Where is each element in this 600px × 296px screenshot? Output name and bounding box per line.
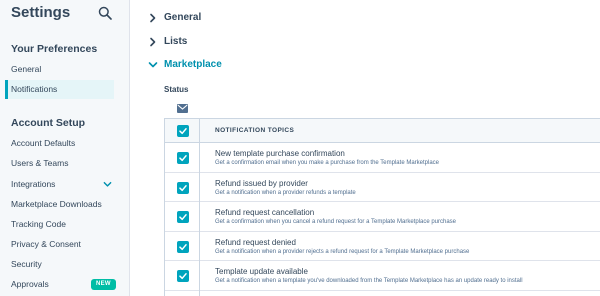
topic-description: Get a notification when a provider rejec… <box>215 248 470 255</box>
section-label: Marketplace <box>164 59 222 70</box>
checkmark-icon <box>179 273 187 280</box>
section-label: Lists <box>164 36 188 47</box>
topic-description: Get a confirmation email when you make a… <box>215 160 439 166</box>
chevron-right-icon <box>150 13 156 23</box>
topic-title: Refund issued by provider <box>215 178 308 188</box>
table-row: New template purchase confirmation Get a… <box>165 143 600 173</box>
new-badge: NEW <box>91 279 116 290</box>
status-label: Status <box>164 85 189 94</box>
topic-checkbox[interactable] <box>177 181 189 194</box>
topic-checkbox[interactable] <box>177 152 189 164</box>
account-setup-heading: Account Setup <box>11 117 86 129</box>
topic-description: Get a notification when a provider refun… <box>215 189 356 196</box>
sidebar-item-tracking-code[interactable]: Tracking Code <box>5 215 114 234</box>
search-icon[interactable] <box>98 6 112 20</box>
table-row: Refund request denied Get a notification… <box>165 232 600 261</box>
table-row: Refund request cancellation Get a confir… <box>165 202 600 232</box>
topic-description: Get a confirmation when you cancel a ref… <box>215 219 457 225</box>
notification-topics-table: NOTIFICATION TOPICS New template purchas… <box>164 118 600 296</box>
checkmark-icon <box>179 184 187 191</box>
topic-checkbox[interactable] <box>177 211 189 223</box>
section-label: General <box>164 12 202 23</box>
sidebar-item-privacy-consent[interactable]: Privacy & Consent <box>5 235 114 254</box>
table-row: Template update available Get a notifica… <box>165 261 600 291</box>
topic-description: Get a notification when a template you'v… <box>215 278 523 284</box>
checkmark-icon <box>179 243 187 250</box>
chevron-right-icon <box>150 37 156 47</box>
sidebar-item-account-defaults[interactable]: Account Defaults <box>5 134 114 153</box>
sidebar-item-label: Approvals <box>11 279 49 289</box>
checkmark-icon <box>179 214 187 221</box>
sidebar-item-users-teams[interactable]: Users & Teams <box>5 154 114 173</box>
sidebar-item-general[interactable]: General <box>5 60 114 79</box>
sidebar-item-marketplace-downloads[interactable]: Marketplace Downloads <box>5 195 114 214</box>
select-all-checkbox[interactable] <box>177 125 189 137</box>
table-row: Refund issued by provider Get a notifica… <box>165 173 600 202</box>
settings-sidebar: Settings Your Preferences General Notifi… <box>0 0 130 296</box>
column-divider <box>199 119 200 296</box>
topic-title: Template update available <box>215 267 308 276</box>
topic-title: Refund request denied <box>215 237 296 247</box>
preferences-heading: Your Preferences <box>11 43 98 55</box>
topic-title: Refund request cancellation <box>215 208 315 217</box>
column-header-topics: NOTIFICATION TOPICS <box>215 127 295 134</box>
sidebar-item-security[interactable]: Security <box>5 255 114 274</box>
checkmark-icon <box>179 128 187 135</box>
topic-checkbox[interactable] <box>177 240 189 253</box>
mail-icon <box>177 104 188 113</box>
sidebar-title: Settings <box>11 4 71 21</box>
chevron-down-icon <box>103 181 112 187</box>
table-header: NOTIFICATION TOPICS <box>165 119 600 143</box>
topic-title: New template purchase confirmation <box>215 149 345 158</box>
topic-checkbox[interactable] <box>177 270 189 282</box>
sidebar-item-integrations[interactable]: Integrations <box>5 175 114 194</box>
sidebar-item-approvals[interactable]: Approvals NEW <box>5 275 116 294</box>
sidebar-item-label: Integrations <box>11 179 56 189</box>
chevron-down-icon <box>148 62 158 68</box>
sidebar-item-notifications[interactable]: Notifications <box>5 80 114 99</box>
checkmark-icon <box>179 155 187 162</box>
